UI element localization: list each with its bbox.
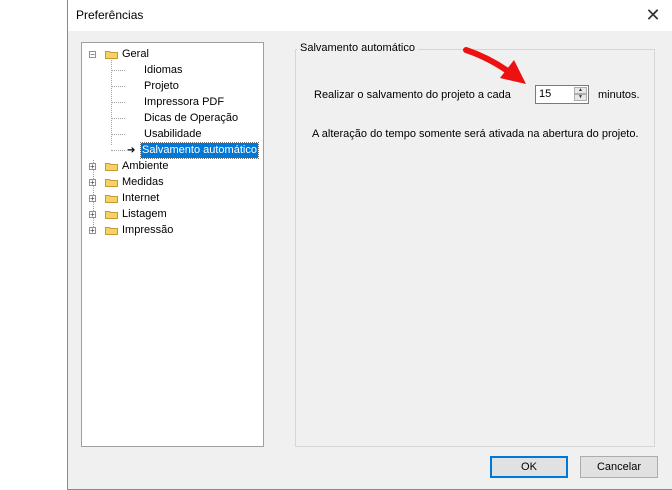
folder-icon	[105, 227, 118, 235]
tree-node-label: Impressão	[122, 224, 174, 236]
folder-icon	[105, 163, 118, 171]
close-icon[interactable]: ✕	[640, 2, 666, 28]
expand-icon[interactable]: +	[89, 211, 96, 219]
cancel-button[interactable]: Cancelar	[580, 456, 658, 478]
collapse-icon[interactable]: −	[89, 51, 96, 59]
group-title: Salvamento automático	[297, 42, 418, 54]
ok-button[interactable]: OK	[490, 456, 568, 478]
tree-connector	[111, 150, 125, 151]
tree-node-label: Ambiente	[122, 160, 169, 172]
spin-up-icon[interactable]: ▲	[574, 87, 587, 94]
title-bar: Preferências ✕	[68, 0, 672, 31]
tree-connector	[111, 134, 125, 135]
tree-node-label: Dicas de Operação	[144, 112, 239, 124]
window-title: Preferências	[76, 8, 144, 22]
minutes-unit-label: minutos.	[598, 89, 640, 101]
tree-connector	[111, 102, 125, 103]
expand-icon[interactable]: +	[89, 163, 96, 171]
tree-node-label: Usabilidade	[144, 128, 202, 140]
tree-node-label: Internet	[122, 192, 160, 204]
autosave-group	[295, 49, 655, 447]
folder-icon	[105, 179, 118, 187]
expand-icon[interactable]: +	[89, 227, 96, 235]
folder-icon	[105, 51, 118, 59]
expand-icon[interactable]: +	[89, 179, 96, 187]
tree-node-label: Impressora PDF	[144, 96, 225, 108]
preferences-dialog: Preferências ✕ − Geral Idiomas Projeto I…	[67, 0, 672, 490]
preferences-tree[interactable]: − Geral Idiomas Projeto Impressora PDF D…	[81, 42, 264, 447]
folder-icon	[105, 195, 118, 203]
tree-node-label: Geral	[122, 48, 149, 60]
tree-connector	[111, 86, 125, 87]
tree-node-label: Listagem	[122, 208, 167, 220]
tree-node-label: Idiomas	[144, 64, 183, 76]
spin-buttons: ▲ ▼	[574, 87, 587, 102]
spin-down-icon[interactable]: ▼	[574, 94, 587, 101]
tree-node-label: Medidas	[122, 176, 164, 188]
tree-connector	[111, 70, 125, 71]
annotation-arrow-icon	[463, 47, 526, 84]
arrow-right-icon: ➔	[127, 145, 136, 156]
tree-connector	[111, 118, 125, 119]
autosave-interval-stepper[interactable]: 15 ▲ ▼	[535, 85, 589, 104]
folder-icon	[105, 211, 118, 219]
autosave-note: A alteração do tempo somente será ativad…	[312, 128, 639, 140]
tree-node-label: Projeto	[144, 80, 179, 92]
autosave-interval-value[interactable]: 15	[539, 88, 551, 100]
tree-node-label: Salvamento automático	[140, 142, 259, 159]
expand-icon[interactable]: +	[89, 195, 96, 203]
